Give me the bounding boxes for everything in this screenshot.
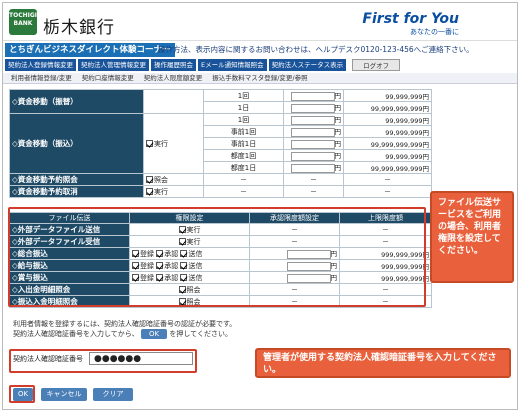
top-nav: 契約法人登録情報変更 契約法人管理情報変更 操作履歴照会 Eメール通知情報照会 … [3,59,517,71]
nav-item-contract-manage[interactable]: 契約法人管理情報変更 [78,59,149,71]
highlight-box [8,207,426,307]
subnav-limit-change[interactable]: 契約法人限度額変更 [144,73,203,83]
row-label: ◇資金移動（振替） [9,89,144,114]
info-text: 利用者情報を登録するには、契約法人確認暗証番号の認証が必要です。 契約法人確認暗… [13,320,237,339]
highlight-box [9,385,35,403]
clear-button[interactable]: クリア [93,388,133,401]
window: TOCHIGI BANK 栃木銀行 First for You あなたの一番に … [2,2,518,410]
permission-checkbox[interactable]: 実行 [143,113,204,174]
subnav-fee-master[interactable]: 振込手数料マスタ登録/変更/参照 [212,73,307,83]
limit-input[interactable]: 円 [283,89,344,102]
limit-input[interactable]: 円 [283,149,344,162]
cancel-button[interactable]: キャンセル [41,388,87,401]
header: TOCHIGI BANK 栃木銀行 First for You あなたの一番に [3,3,517,41]
nav-item-status[interactable]: 契約法人ステータス表示 [268,59,347,71]
subnav-account-change[interactable]: 契約口座情報変更 [82,73,134,83]
nav-item-operation-history[interactable]: 操作履歴照会 [151,59,196,71]
title-bar: とちぎんビジネスダイレクト体験コーナー 操作方法、表示内容に関するお問い合わせは… [3,43,517,57]
logout-button[interactable]: ログオフ [352,59,401,71]
callout-file-transfer: ファイル伝送サービスをご利用の場合、利用者権限を設定してください。 [430,191,514,283]
limit-input[interactable]: 円 [283,101,344,114]
limit-input[interactable]: 円 [283,161,344,174]
nav-item-contract-info[interactable]: 契約法人登録情報変更 [5,59,76,71]
limit-input[interactable]: 円 [283,125,344,138]
row-label: ◇資金移動（振込） [9,113,144,174]
highlight-box [9,349,197,373]
permission-checkbox[interactable]: 実行 [143,185,204,198]
permission-checkbox[interactable]: 照会 [143,173,204,186]
bank-logo-icon: TOCHIGI BANK [9,9,37,35]
help-text: 操作方法、表示内容に関するお問い合わせは、ヘルプデスク0120-123-456へ… [158,45,474,54]
sub-nav: 利用者情報登録/変更 契約口座情報変更 契約法人限度額変更 振込手数料マスタ登録… [3,73,517,84]
callout-password: 管理者が使用する契約法人確認暗証番号を入力してください。 [255,348,511,378]
bank-name: 栃木銀行 [43,18,115,38]
subnav-user-register[interactable]: 利用者情報登録/変更 [11,73,72,83]
limit-input[interactable]: 円 [283,137,344,150]
nav-item-email-notice[interactable]: Eメール通知情報照会 [198,59,267,71]
funds-transfer-table: ◇資金移動（振替） 1回 円 99,999,999円 1日 円 99,999,9… [9,89,432,198]
page-title: とちぎんビジネスダイレクト体験コーナー [5,43,175,57]
slogan: First for You あなたの一番に [362,11,459,36]
limit-input[interactable]: 円 [283,113,344,126]
